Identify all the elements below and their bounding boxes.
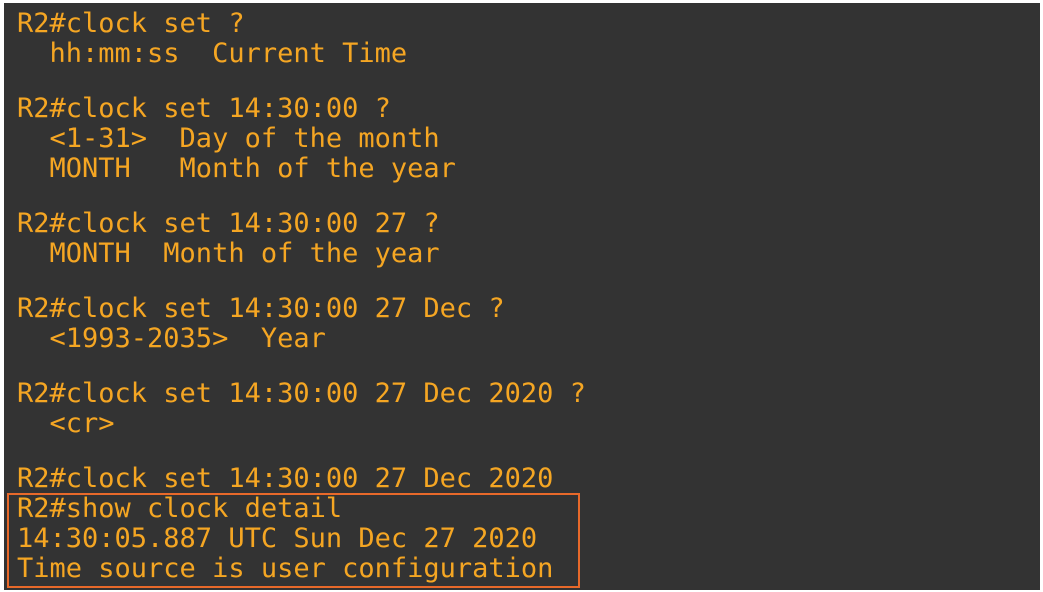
command-line: R2#clock set 14:30:00 27 Dec ? — [17, 293, 505, 324]
command-line: R2#clock set 14:30:00 ? — [17, 93, 391, 124]
help-output-line: hh:mm:ss Current Time — [17, 38, 408, 69]
command-line: R2#clock set 14:30:00 27 Dec 2020 ? — [17, 378, 586, 409]
screenshot: R2#clock set ? hh:mm:ss Current Time R2#… — [0, 0, 1043, 592]
help-output-line: MONTH Month of the year — [17, 238, 440, 269]
clock-output-time: 14:30:05.887 UTC Sun Dec 27 2020 — [17, 523, 538, 554]
command-line: R2#clock set 14:30:00 27 ? — [17, 208, 440, 239]
help-output-line: MONTH Month of the year — [17, 153, 456, 184]
help-output-line: <cr> — [17, 408, 115, 439]
terminal-window[interactable]: R2#clock set ? hh:mm:ss Current Time R2#… — [4, 3, 1040, 590]
help-output-line: <1993-2035> Year — [17, 323, 326, 354]
command-line: R2#clock set 14:30:00 27 Dec 2020 — [17, 463, 554, 494]
show-clock-command: R2#show clock detail — [17, 493, 343, 524]
help-output-line: <1-31> Day of the month — [17, 123, 440, 154]
clock-output-source: Time source is user configuration — [17, 553, 554, 584]
command-line: R2#clock set ? — [17, 8, 245, 39]
